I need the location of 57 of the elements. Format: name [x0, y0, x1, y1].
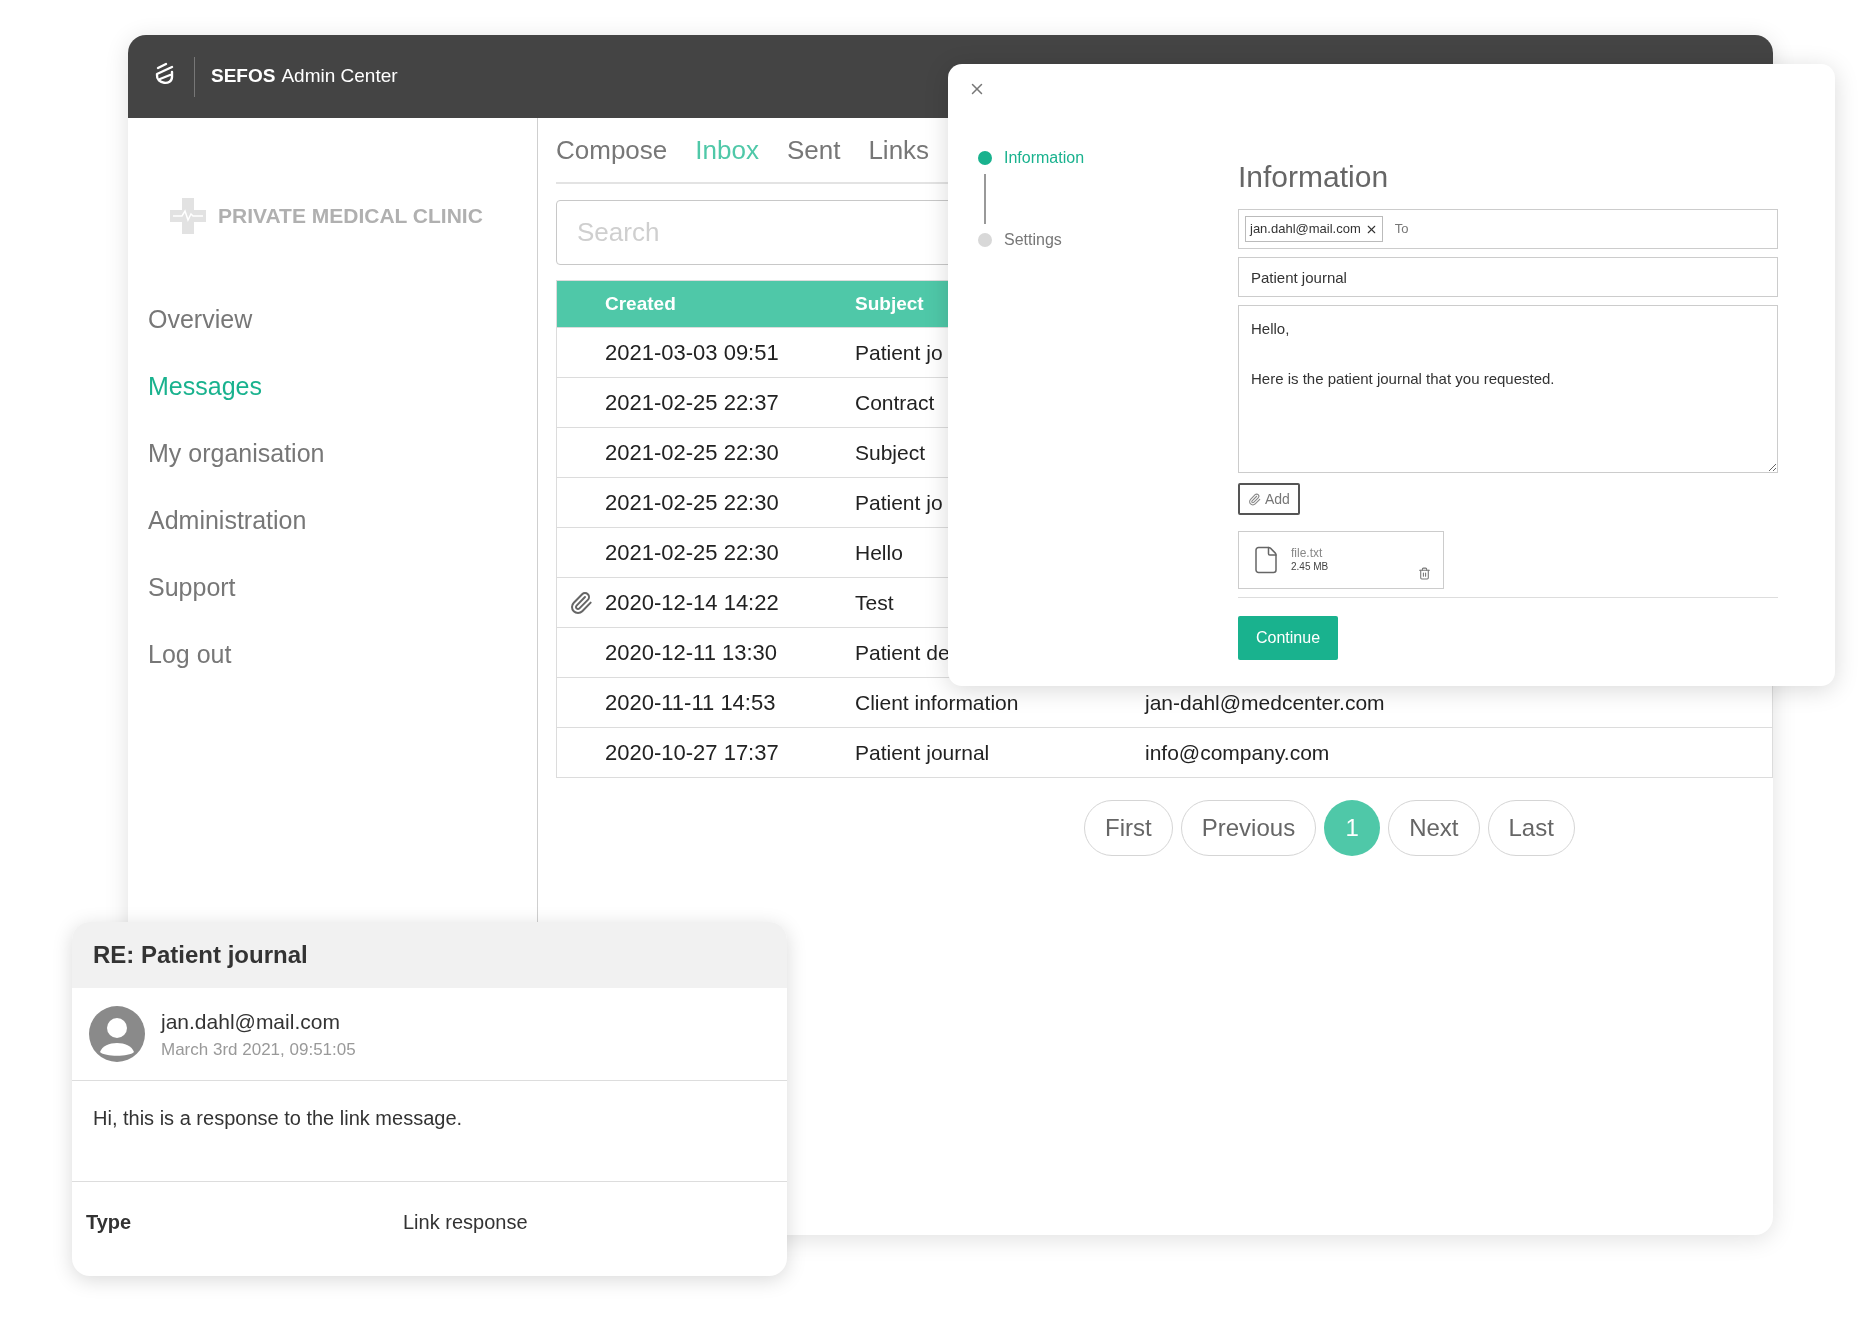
column-header: Created: [605, 291, 677, 316]
field-value: Link response: [403, 1210, 528, 1235]
step-label[interactable]: Settings: [1004, 228, 1062, 252]
sidebar-nav-item[interactable]: Overview: [148, 286, 253, 353]
table-cell-text: 2020-12-11 13:30: [605, 639, 779, 667]
tab[interactable]: Compose: [556, 130, 668, 170]
table-cell-text: 2021-03-03 09:51: [605, 339, 780, 367]
message-body-field[interactable]: Hello, Here is the patient journal that you requested.: [1238, 305, 1778, 473]
field-label: Type: [86, 1210, 133, 1235]
table-cell-text: Patient jo: [855, 489, 944, 516]
table-cell-text: Contract: [855, 389, 936, 416]
sender-email: jan.dahl@mail.com: [161, 1008, 341, 1035]
dialog-heading: Information: [1238, 159, 1390, 195]
table-cell-text: info@company.com: [1145, 739, 1330, 766]
to-input[interactable]: To: [1394, 219, 1771, 239]
table-cell-text: Patient jo: [855, 339, 944, 366]
table-cell-text: 2021-02-25 22:37: [605, 389, 780, 417]
column-header: Subject: [855, 291, 924, 316]
table-cell-text: Patient de: [855, 639, 951, 666]
sidebar-nav-item[interactable]: Messages: [148, 353, 262, 420]
file-name: file.txt: [1291, 546, 1324, 560]
medical-cross-icon: [170, 198, 206, 234]
table-cell-text: jan-dahl@medcenter.com: [1145, 689, 1385, 716]
recipient-email: jan.dahl@mail.com: [1250, 220, 1361, 239]
table-cell-text: Test: [855, 589, 895, 616]
card-title: RE: Patient journal: [93, 940, 308, 970]
delete-icon[interactable]: [1418, 567, 1431, 580]
table-cell-text: 2020-10-27 17:37: [605, 739, 780, 767]
table-cell-text: 2020-11-11 14:53: [605, 689, 777, 717]
table-cell-text: 2021-02-25 22:30: [605, 489, 780, 517]
message-date: March 3rd 2021, 09:51:05: [161, 1039, 356, 1061]
tab[interactable]: Sent: [786, 130, 841, 170]
step-label[interactable]: Information: [1004, 146, 1085, 170]
subject-field[interactable]: Patient journal: [1238, 257, 1778, 297]
recipient-field[interactable]: jan.dahl@mail.com To: [1238, 209, 1778, 249]
file-size: 2.45 MB: [1291, 560, 1329, 574]
message-text: Hi, this is a response to the link message.: [93, 1107, 463, 1129]
table-cell-text: Subject: [855, 439, 927, 466]
paperclip-icon: [569, 590, 593, 615]
add-attachment-button[interactable]: Add: [1238, 483, 1300, 515]
continue-button[interactable]: Continue: [1238, 616, 1339, 660]
sidebar-nav-item[interactable]: Administration: [148, 487, 307, 554]
table-cell-text: Patient journal: [855, 739, 991, 766]
app-brand-bold: SEFOS: [211, 64, 276, 89]
tab[interactable]: Links: [868, 130, 930, 170]
table-cell-text: 2021-02-25 22:30: [605, 439, 780, 467]
table-cell-text: Hello: [855, 539, 904, 566]
sidebar-nav-item[interactable]: Log out: [148, 621, 232, 688]
app-title: Admin Center: [281, 64, 398, 89]
sidebar-nav-item[interactable]: My organisation: [148, 420, 325, 487]
clinic-logo-text: PRIVATE MEDICAL CLINIC: [218, 203, 483, 230]
table-cell-text: Client information: [855, 689, 1020, 716]
paperclip-icon: [1248, 492, 1261, 506]
avatar-icon: [89, 1006, 145, 1062]
table-cell-text: 2021-02-25 22:30: [605, 539, 780, 567]
table-cell-text: 2020-12-14 14:22: [605, 589, 780, 617]
sidebar-nav-item[interactable]: Support: [148, 554, 236, 621]
